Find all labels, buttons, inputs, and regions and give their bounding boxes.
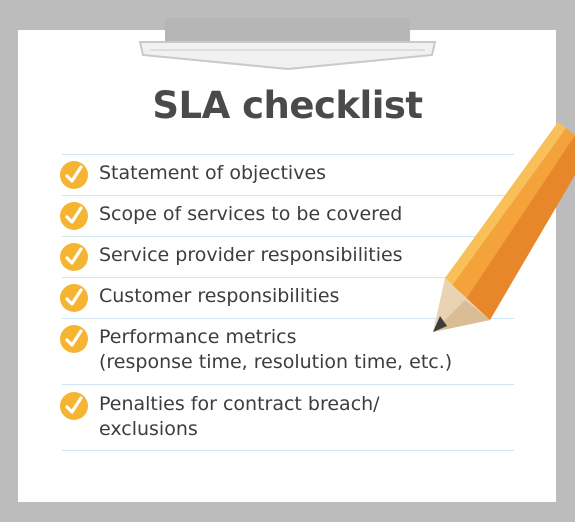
check-icon: [60, 243, 88, 271]
check-icon: [60, 392, 88, 420]
item-label: Penalties for contract breach/: [99, 393, 380, 415]
item-label: Service provider responsibilities: [99, 244, 403, 266]
divider: [62, 318, 514, 319]
divider: [62, 277, 514, 278]
check-icon: [60, 161, 88, 189]
divider: [62, 384, 514, 385]
divider: [62, 236, 514, 237]
divider: [62, 154, 514, 155]
item-label: Statement of objectives: [99, 162, 327, 184]
check-icon: [60, 284, 88, 312]
check-icon: [60, 202, 88, 230]
item-label: Performance metrics: [99, 326, 297, 348]
item-label: Customer responsibilities: [99, 285, 340, 307]
clipboard-clip-icon: [138, 18, 437, 71]
divider: [62, 195, 514, 196]
item-label: Scope of services to be covered: [99, 203, 403, 225]
divider: [62, 450, 514, 451]
item-label-continued: exclusions: [99, 418, 198, 440]
check-icon: [60, 325, 88, 353]
item-label-continued: (response time, resolution time, etc.): [99, 351, 453, 373]
page-title: SLA checklist: [152, 84, 423, 127]
